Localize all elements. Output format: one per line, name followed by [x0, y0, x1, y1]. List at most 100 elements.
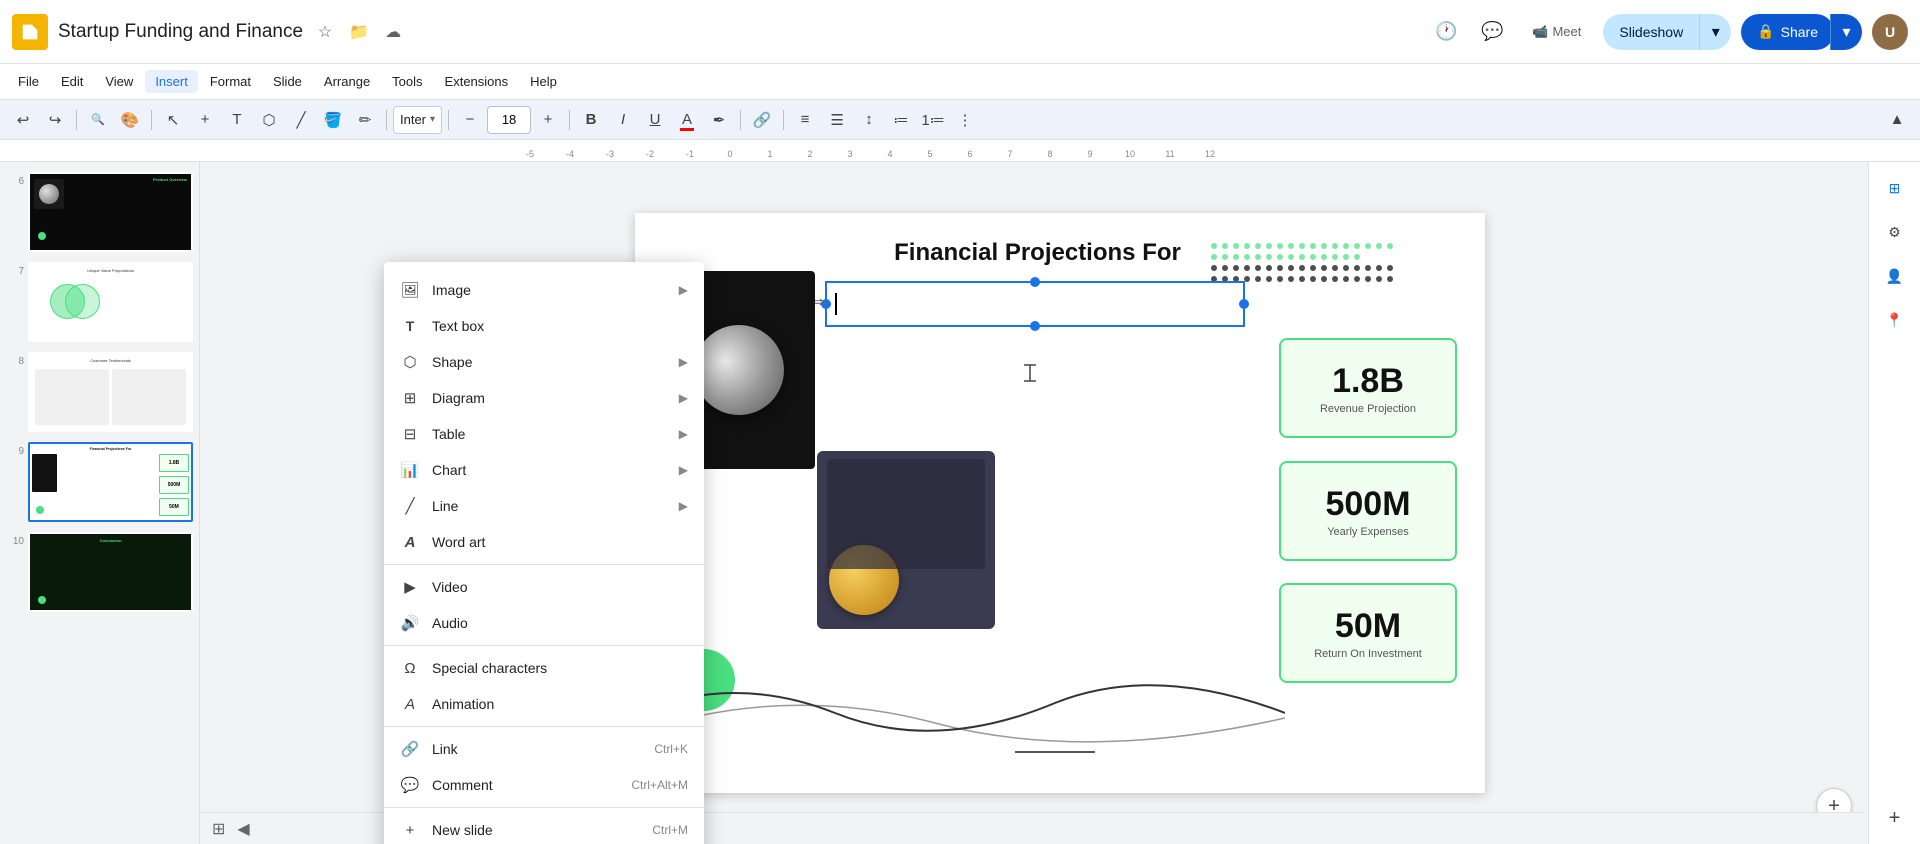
- highlight-button[interactable]: ✒: [704, 106, 734, 134]
- font-dropdown-arrow[interactable]: ▾: [430, 114, 435, 125]
- menu-section-media: ▶ Video 🔊 Audio: [384, 565, 704, 646]
- slide-thumbnail-6[interactable]: 6 Product Overview: [4, 170, 195, 254]
- font-color-button[interactable]: A: [672, 106, 702, 134]
- menu-view[interactable]: View: [95, 70, 143, 93]
- font-selector[interactable]: Inter ▾: [393, 106, 442, 134]
- text-tool-button[interactable]: T: [222, 106, 252, 134]
- menu-item-word-art[interactable]: A Word art: [384, 524, 704, 560]
- meet-button[interactable]: 📹 Meet: [1520, 14, 1593, 50]
- redo-button[interactable]: ↪: [40, 106, 70, 134]
- menu-item-video[interactable]: ▶ Video: [384, 569, 704, 605]
- folder-button[interactable]: 📁: [345, 18, 373, 46]
- panel-icon-1[interactable]: ⊞: [1877, 170, 1913, 206]
- expand-panel-button[interactable]: ◀: [237, 819, 249, 839]
- paint-format-button[interactable]: 🎨: [115, 106, 145, 134]
- menu-tools[interactable]: Tools: [382, 70, 432, 93]
- shape-tool-button[interactable]: ⬡: [254, 106, 284, 134]
- collapse-toolbar-button[interactable]: ▲: [1882, 106, 1912, 134]
- menu-format[interactable]: Format: [200, 70, 261, 93]
- undo-button[interactable]: ↩: [8, 106, 38, 134]
- pen-button[interactable]: ✏: [350, 106, 380, 134]
- bold-button[interactable]: B: [576, 106, 606, 134]
- app-logo[interactable]: [12, 14, 48, 50]
- share-dropdown-button[interactable]: ▾: [1830, 14, 1862, 50]
- italic-button[interactable]: I: [608, 106, 638, 134]
- text-input-box[interactable]: [825, 281, 1245, 327]
- slideshow-dropdown-button[interactable]: ▾: [1699, 14, 1731, 50]
- metric-roi-label: Return On Investment: [1314, 648, 1422, 660]
- document-title[interactable]: Startup Funding and Finance: [58, 21, 303, 43]
- selection-handle-bottom[interactable]: [1030, 321, 1040, 331]
- grid-view-button[interactable]: ⊞: [212, 819, 225, 839]
- ordered-list-button[interactable]: 1≔: [918, 106, 948, 134]
- zoom-out-button[interactable]: 🔍: [83, 106, 113, 134]
- fill-color-button[interactable]: 🪣: [318, 106, 348, 134]
- selection-handle-right[interactable]: [1239, 299, 1249, 309]
- toolbar-separator-5: [569, 110, 570, 130]
- canvas-area[interactable]: // Will render via inline approach: [200, 162, 1920, 844]
- table-submenu-arrow: ▶: [679, 427, 688, 441]
- menu-item-audio[interactable]: 🔊 Audio: [384, 605, 704, 641]
- list-button[interactable]: ≔: [886, 106, 916, 134]
- menu-item-shape[interactable]: ⬡ Shape ▶: [384, 344, 704, 380]
- menu-item-special-chars[interactable]: Ω Special characters: [384, 650, 704, 686]
- menu-item-special-chars-label: Special characters: [432, 660, 688, 676]
- slideshow-button-group: Slideshow ▾: [1603, 14, 1731, 50]
- cursor-tool-button[interactable]: ↖: [158, 106, 188, 134]
- line-spacing-button[interactable]: ↕: [854, 106, 884, 134]
- menu-slide[interactable]: Slide: [263, 70, 312, 93]
- link-button[interactable]: 🔗: [747, 106, 777, 134]
- share-label: Share: [1781, 24, 1818, 40]
- menu-arrange[interactable]: Arrange: [314, 70, 380, 93]
- menu-item-diagram[interactable]: ⊞ Diagram ▶: [384, 380, 704, 416]
- wavy-line-svg: [635, 653, 1285, 753]
- line-tool-button[interactable]: ╱: [286, 106, 316, 134]
- slide-thumbnail-9[interactable]: 9 Financial Projections For 1.8B 500M 50…: [4, 440, 195, 524]
- menu-item-link[interactable]: 🔗 Link Ctrl+K: [384, 731, 704, 767]
- menu-insert[interactable]: Insert: [145, 70, 198, 93]
- slide-title: Financial Projections For: [830, 239, 1245, 267]
- menu-item-chart[interactable]: 📊 Chart ▶: [384, 452, 704, 488]
- menu-item-new-slide[interactable]: + New slide Ctrl+M: [384, 812, 704, 844]
- align-left-button[interactable]: ≡: [790, 106, 820, 134]
- menu-item-line-label: Line: [432, 498, 667, 514]
- slide-thumbnail-7[interactable]: 7 Unique Value Propositions: [4, 260, 195, 344]
- selection-handle-top[interactable]: [1030, 277, 1040, 287]
- panel-icon-2[interactable]: ⚙: [1877, 214, 1913, 250]
- font-size-increase-button[interactable]: +: [533, 106, 563, 134]
- comments-button[interactable]: 💬: [1474, 14, 1510, 50]
- link-shortcut: Ctrl+K: [654, 742, 688, 756]
- slideshow-main-button[interactable]: Slideshow: [1603, 14, 1699, 50]
- menu-item-animation[interactable]: A Animation: [384, 686, 704, 722]
- more-options-button[interactable]: ⋮: [950, 106, 980, 134]
- user-avatar[interactable]: U: [1872, 14, 1908, 50]
- menu-item-line[interactable]: ╱ Line ▶: [384, 488, 704, 524]
- menu-item-text-box[interactable]: T Text box: [384, 308, 704, 344]
- panel-add-button[interactable]: +: [1877, 800, 1913, 836]
- menu-help[interactable]: Help: [520, 70, 567, 93]
- menu-item-table[interactable]: ⊟ Table ▶: [384, 416, 704, 452]
- star-button[interactable]: ☆: [311, 18, 339, 46]
- font-size-display[interactable]: 18: [487, 106, 531, 134]
- slide-thumbnail-10[interactable]: 10 Conclusion: [4, 530, 195, 614]
- phone-coin-image: [817, 451, 995, 629]
- version-history-button[interactable]: 🕐: [1428, 14, 1464, 50]
- font-size-decrease-button[interactable]: −: [455, 106, 485, 134]
- slide-thumbnail-8[interactable]: 8 Customer Testimonials: [4, 350, 195, 434]
- share-button[interactable]: 🔒 Share: [1741, 14, 1834, 50]
- toolbar-separator-6: [740, 110, 741, 130]
- menu-edit[interactable]: Edit: [51, 70, 93, 93]
- metric-box-revenue: 1.8B Revenue Projection: [1279, 338, 1457, 438]
- cloud-button[interactable]: ☁: [379, 18, 407, 46]
- menu-item-diagram-label: Diagram: [432, 390, 667, 406]
- panel-icon-4[interactable]: 📍: [1877, 302, 1913, 338]
- menu-item-image[interactable]: 🖼 Image ▶: [384, 272, 704, 308]
- menu-extensions[interactable]: Extensions: [435, 70, 519, 93]
- plus-button[interactable]: +: [190, 106, 220, 134]
- menu-file[interactable]: File: [8, 70, 49, 93]
- panel-icon-3[interactable]: 👤: [1877, 258, 1913, 294]
- align-center-button[interactable]: ☰: [822, 106, 852, 134]
- underline-button[interactable]: U: [640, 106, 670, 134]
- toolbar-separator-4: [448, 110, 449, 130]
- menu-item-comment[interactable]: 💬 Comment Ctrl+Alt+M: [384, 767, 704, 803]
